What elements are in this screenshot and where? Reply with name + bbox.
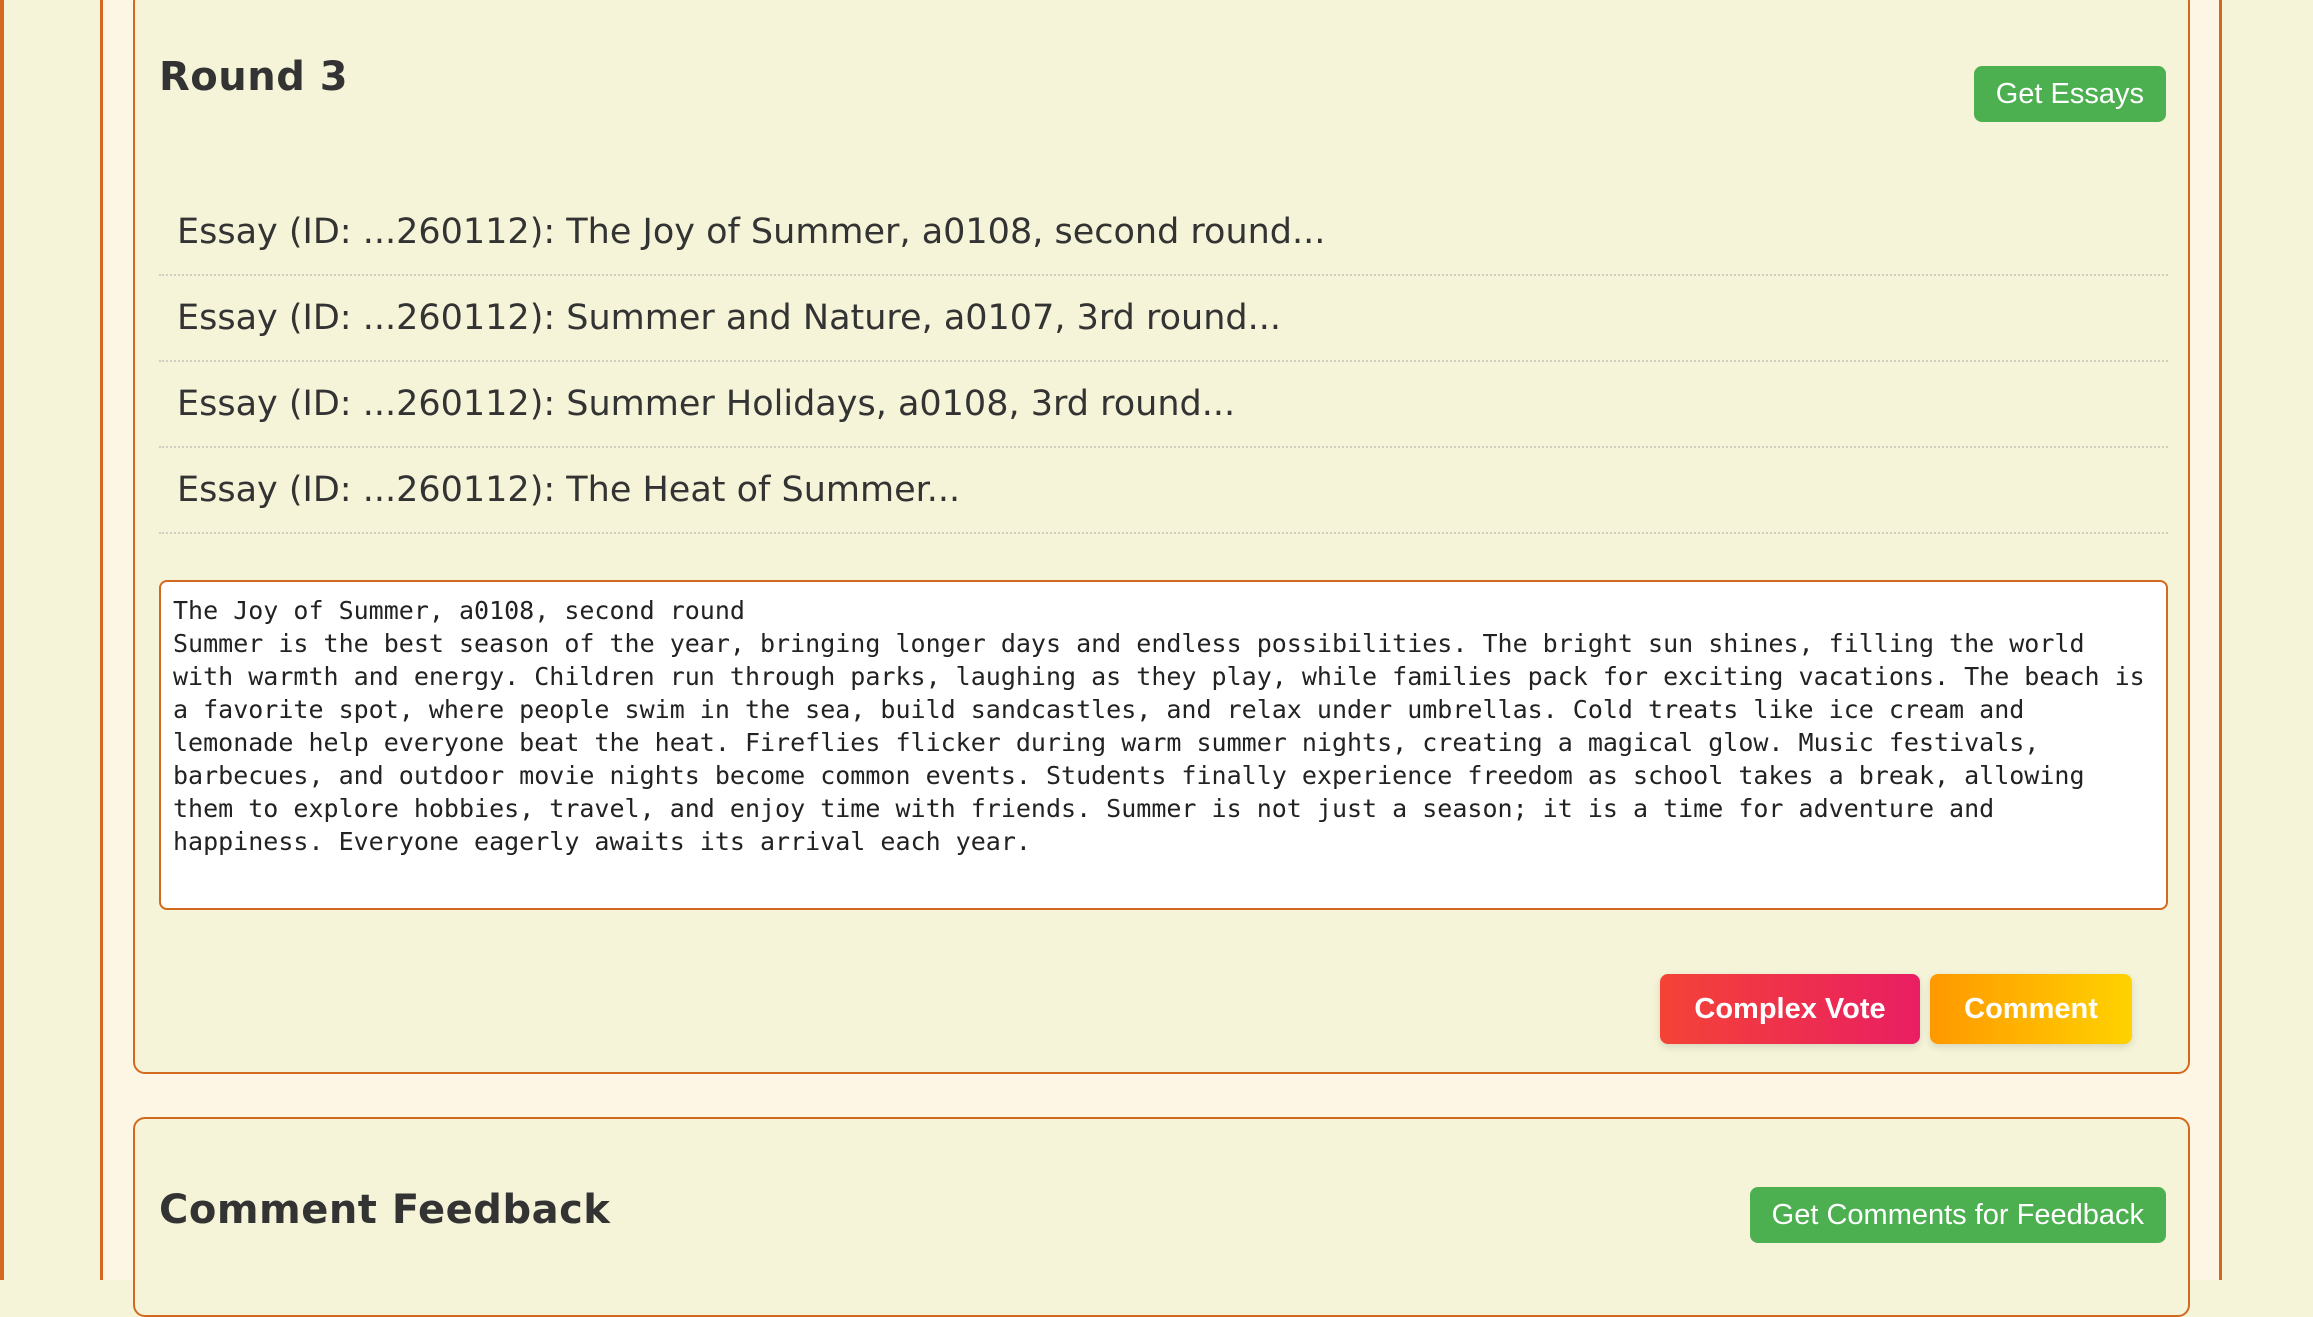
comment-feedback-title: Comment Feedback: [159, 1187, 611, 1233]
essay-list-item[interactable]: Essay (ID: ...260112): Summer Holidays, …: [159, 362, 2168, 448]
essay-list-item[interactable]: Essay (ID: ...260112): Summer and Nature…: [159, 276, 2168, 362]
round-title: Round 3: [159, 54, 349, 100]
comment-feedback-card: Comment Feedback Get Comments for Feedba…: [133, 1117, 2190, 1317]
comment-button[interactable]: Comment: [1930, 974, 2132, 1044]
essay-list: Essay (ID: ...260112): The Joy of Summer…: [159, 190, 2168, 534]
essay-list-item[interactable]: Essay (ID: ...260112): The Heat of Summe…: [159, 448, 2168, 534]
get-comments-feedback-button[interactable]: Get Comments for Feedback: [1749, 1187, 2166, 1243]
get-essays-button[interactable]: Get Essays: [1973, 66, 2166, 122]
round-card: Round 3 Get Essays Essay (ID: ...260112)…: [133, 0, 2190, 1074]
complex-vote-button[interactable]: Complex Vote: [1660, 974, 1920, 1044]
essay-content-textarea[interactable]: The Joy of Summer, a0108, second round S…: [159, 580, 2168, 910]
action-row: Complex Vote Comment: [1660, 974, 2132, 1044]
essay-list-item[interactable]: Essay (ID: ...260112): The Joy of Summer…: [159, 190, 2168, 276]
